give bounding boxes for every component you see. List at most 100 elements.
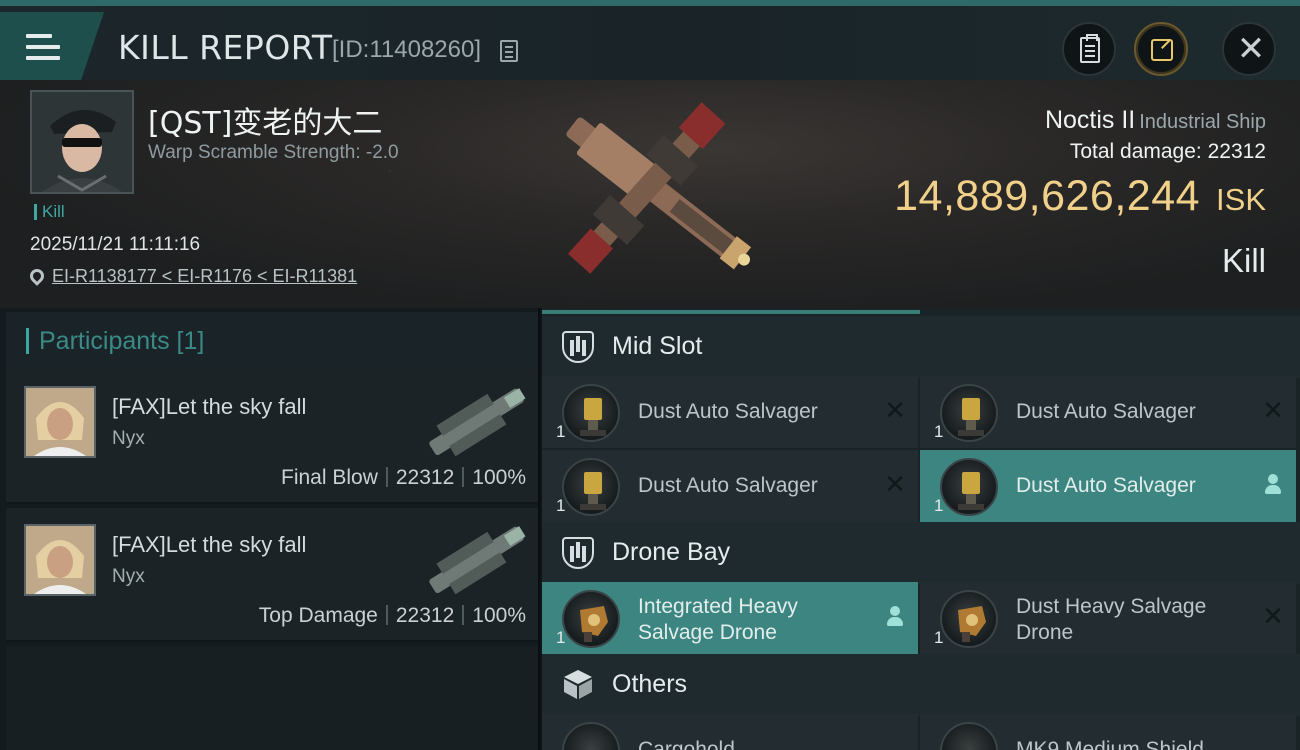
drone-item[interactable]: 1 Dust Heavy Salvage Drone ✕	[920, 582, 1296, 654]
ship-class: Industrial Ship	[1139, 111, 1266, 133]
participant-name: [FAX]Let the sky fall	[112, 394, 307, 419]
share-button[interactable]	[1134, 22, 1188, 76]
module-name: Dust Auto Salvager	[638, 400, 818, 423]
menu-button[interactable]	[0, 12, 104, 80]
ship-line: Noctis II Industrial Ship	[1045, 106, 1266, 135]
salvage-drone-icon	[940, 590, 998, 648]
isk-unit: ISK	[1216, 182, 1266, 217]
participants-panel: Participants [1] [FAX]Let the sky fall N…	[0, 308, 540, 750]
kill-summary: Kill [QST]变老的大二 Warp Scramble Strength: …	[0, 80, 1300, 308]
total-damage-value: 22312	[1207, 140, 1266, 163]
isk-amount: 14,889,626,244	[894, 172, 1201, 220]
close-icon: ✕	[1236, 29, 1266, 69]
participant-percent: 100%	[472, 604, 526, 627]
section-others: Others	[542, 654, 1300, 716]
victim-portrait[interactable]	[30, 90, 134, 194]
module-item[interactable]: 1 Dust Auto Salvager	[920, 450, 1296, 522]
module-quantity: 1	[934, 422, 944, 441]
module-name: Dust Auto Salvager	[638, 474, 818, 497]
participant-row[interactable]: [FAX]Let the sky fall Nyx Top Damage 2231…	[6, 508, 538, 642]
salvager-module-icon	[940, 458, 998, 516]
cargo-box-icon	[564, 670, 592, 699]
section-title: Drone Bay	[612, 538, 731, 566]
copy-id-icon[interactable]	[500, 40, 518, 62]
participant-ship-image	[429, 526, 526, 595]
participant-ship: Nyx	[112, 566, 145, 587]
clipboard-icon	[1080, 34, 1100, 63]
slot-shield-icon	[562, 331, 594, 363]
participant-ship: Nyx	[112, 428, 145, 449]
module-name: Dust Auto Salvager	[1016, 400, 1196, 423]
victim-ship-image	[566, 102, 752, 274]
cargo-name: Cargohold	[638, 738, 735, 750]
participant-stats: Top Damage 22312 100%	[259, 604, 526, 628]
destroyed-icon: ✕	[884, 470, 906, 500]
shield-module-icon	[940, 722, 998, 750]
participant-stats: Final Blow 22312 100%	[281, 466, 526, 490]
cargo-name: MK9 Medium Shield	[1016, 738, 1204, 750]
section-title: Mid Slot	[612, 332, 703, 360]
participants-empty-space	[6, 646, 538, 750]
drone-name: Integrated Heavy Salvage Drone	[638, 595, 798, 644]
participant-damage: 22312	[395, 604, 455, 627]
participant-role: Top Damage	[258, 604, 378, 627]
clipboard-button[interactable]	[1062, 22, 1116, 76]
close-button[interactable]: ✕	[1222, 22, 1276, 76]
result-label: Kill	[1221, 242, 1266, 279]
module-name: Dust Auto Salvager	[1016, 474, 1196, 497]
total-damage-label: Total damage:	[1069, 140, 1202, 163]
cargo-item[interactable]: MK9 Medium Shield	[920, 714, 1296, 750]
fitting-panel: Mid Slot 1 Dust Auto Salvager ✕ 1 Dust A…	[542, 308, 1300, 750]
module-item[interactable]: 1 Dust Auto Salvager ✕	[542, 376, 918, 448]
tab-indicator	[542, 310, 920, 314]
destroyed-icon: ✕	[884, 396, 906, 426]
total-damage: Total damage: 22312	[1070, 140, 1266, 164]
participant-name: [FAX]Let the sky fall	[112, 532, 307, 557]
destroyed-icon: ✕	[1262, 396, 1284, 426]
participants-label: Participants [1]	[26, 328, 204, 354]
cargohold-icon	[562, 722, 620, 750]
kill-datetime: 2025/11/21 11:11:16	[30, 234, 201, 255]
section-mid-slot: Mid Slot	[542, 316, 1300, 378]
participant-role: Final Blow	[281, 466, 378, 489]
location-pin-icon	[27, 266, 47, 286]
cargo-item[interactable]: Cargohold	[542, 714, 918, 750]
module-quantity: 1	[556, 422, 566, 441]
module-quantity: 1	[934, 496, 944, 515]
dropped-person-icon	[1264, 474, 1282, 496]
isk-value: 14,889,626,244 ISK	[894, 172, 1266, 221]
participant-percent: 100%	[472, 466, 526, 489]
share-icon	[1151, 39, 1173, 61]
victim-name[interactable]: [QST]变老的大二	[148, 98, 382, 142]
header-bar: KILL REPORT [ID:11408260] ✕	[0, 0, 1300, 80]
salvager-module-icon	[562, 458, 620, 516]
drone-item[interactable]: 1 Integrated Heavy Salvage Drone	[542, 582, 918, 654]
hamburger-menu-icon	[26, 34, 60, 60]
page-title: KILL REPORT	[118, 28, 333, 67]
drone-bay-shield-icon	[562, 537, 594, 569]
participant-portrait	[24, 386, 96, 458]
participants-header: Participants [1]	[6, 312, 538, 370]
participant-damage: 22312	[395, 466, 455, 489]
victim-kill-tag: Kill	[34, 203, 65, 220]
module-item[interactable]: 1 Dust Auto Salvager ✕	[542, 450, 918, 522]
warp-scramble-strength: Warp Scramble Strength: -2.0	[148, 142, 399, 163]
salvager-module-icon	[562, 384, 620, 442]
drone-quantity: 1	[556, 628, 566, 647]
section-title: Others	[612, 670, 688, 698]
report-id: [ID:11408260]	[332, 36, 482, 63]
destroyed-icon: ✕	[1262, 602, 1284, 632]
participant-row[interactable]: [FAX]Let the sky fall Nyx Final Blow 2231…	[6, 370, 538, 504]
drone-quantity: 1	[934, 628, 944, 647]
location-text: EI-R1138177 < EI-R1176 < EI-R11381	[52, 266, 358, 286]
section-drone-bay: Drone Bay	[542, 522, 1300, 584]
participant-ship-image	[429, 388, 526, 457]
participant-portrait	[24, 524, 96, 596]
dropped-person-icon	[886, 606, 904, 628]
module-quantity: 1	[556, 496, 566, 515]
drone-name: Dust Heavy Salvage Drone	[1016, 595, 1207, 644]
location-link[interactable]: EI-R1138177 < EI-R1176 < EI-R11381	[27, 266, 358, 287]
ship-name[interactable]: Noctis II	[1045, 106, 1135, 134]
salvager-module-icon	[940, 384, 998, 442]
module-item[interactable]: 1 Dust Auto Salvager ✕	[920, 376, 1296, 448]
